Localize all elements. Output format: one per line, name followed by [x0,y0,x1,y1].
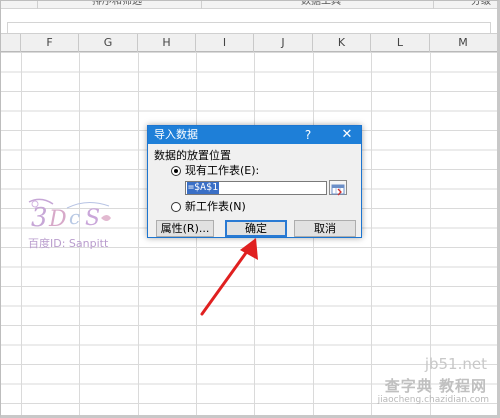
grid-line [21,52,22,415]
column-header-m[interactable]: M [430,34,496,52]
column-header-j[interactable]: J [254,34,313,52]
ribbon-group-sort-filter: 排序和筛选 [92,0,142,7]
svg-text:D: D [48,207,67,232]
column-header-h[interactable]: H [138,34,196,52]
cell-reference-value: =$A$1 [187,182,220,194]
ribbon-separator [37,1,38,9]
watermark-baidu-id: 百度ID: Sanpitt [28,237,109,250]
column-header-f[interactable]: F [21,34,79,52]
cell-reference-input[interactable]: =$A$1 [185,181,327,195]
formula-bar-area [1,10,497,38]
column-header-k[interactable]: K [313,34,371,52]
new-sheet-label[interactable]: 新工作表(N) [185,200,246,213]
placement-label: 数据的放置位置 [154,149,231,162]
watermark-url: jb51.net [424,355,487,373]
svg-text:S: S [85,206,100,231]
collapse-dialog-button[interactable] [329,180,347,196]
column-header-row: F G H I J K L M [1,33,497,52]
ribbon-separator [433,1,434,9]
ribbon-separator [201,1,202,9]
annotation-arrow-icon [200,238,258,316]
range-select-icon [331,184,345,196]
ribbon-group-data-tools: 数据工具 [301,0,341,7]
existing-sheet-label[interactable]: 现有工作表(E): [185,164,259,177]
import-data-dialog: 导入数据 ? ✕ 数据的放置位置 现有工作表(E): =$A$1 新工作表(N)… [147,125,362,238]
column-header-i[interactable]: I [196,34,254,52]
watermark-subdomain: jiaocheng.chazidian.com [377,395,489,405]
close-icon[interactable]: ✕ [332,126,362,144]
watermark-site-name: 查字典 教程网 [384,377,487,395]
grid-line [138,52,139,415]
cancel-button[interactable]: 取消 [294,220,356,237]
new-sheet-radio[interactable] [171,202,181,212]
site-watermark: jb51.net 查字典 教程网 jiaocheng.chazidian.com [343,353,493,411]
column-header-partial[interactable] [1,34,21,52]
watermark-logo-icon: 3 D c S [28,198,111,233]
column-header-l[interactable]: L [371,34,430,52]
ribbon-group-outline: 分级 [471,0,491,7]
column-header-g[interactable]: G [79,34,138,52]
existing-sheet-radio[interactable] [171,166,181,176]
dialog-title-bar[interactable]: 导入数据 ? ✕ [148,126,361,144]
dialog-title: 导入数据 [154,128,198,141]
svg-text:3: 3 [31,203,48,233]
ribbon-group-labels: 排序和筛选 数据工具 分级 [1,1,497,9]
dialog-body: 数据的放置位置 现有工作表(E): =$A$1 新工作表(N) 属性(R)...… [148,144,361,239]
svg-text:c: c [69,205,80,229]
help-icon[interactable]: ? [301,127,315,143]
excel-window: 排序和筛选 数据工具 分级 F G H I J K L M 3 D c S 百度… [0,0,500,418]
